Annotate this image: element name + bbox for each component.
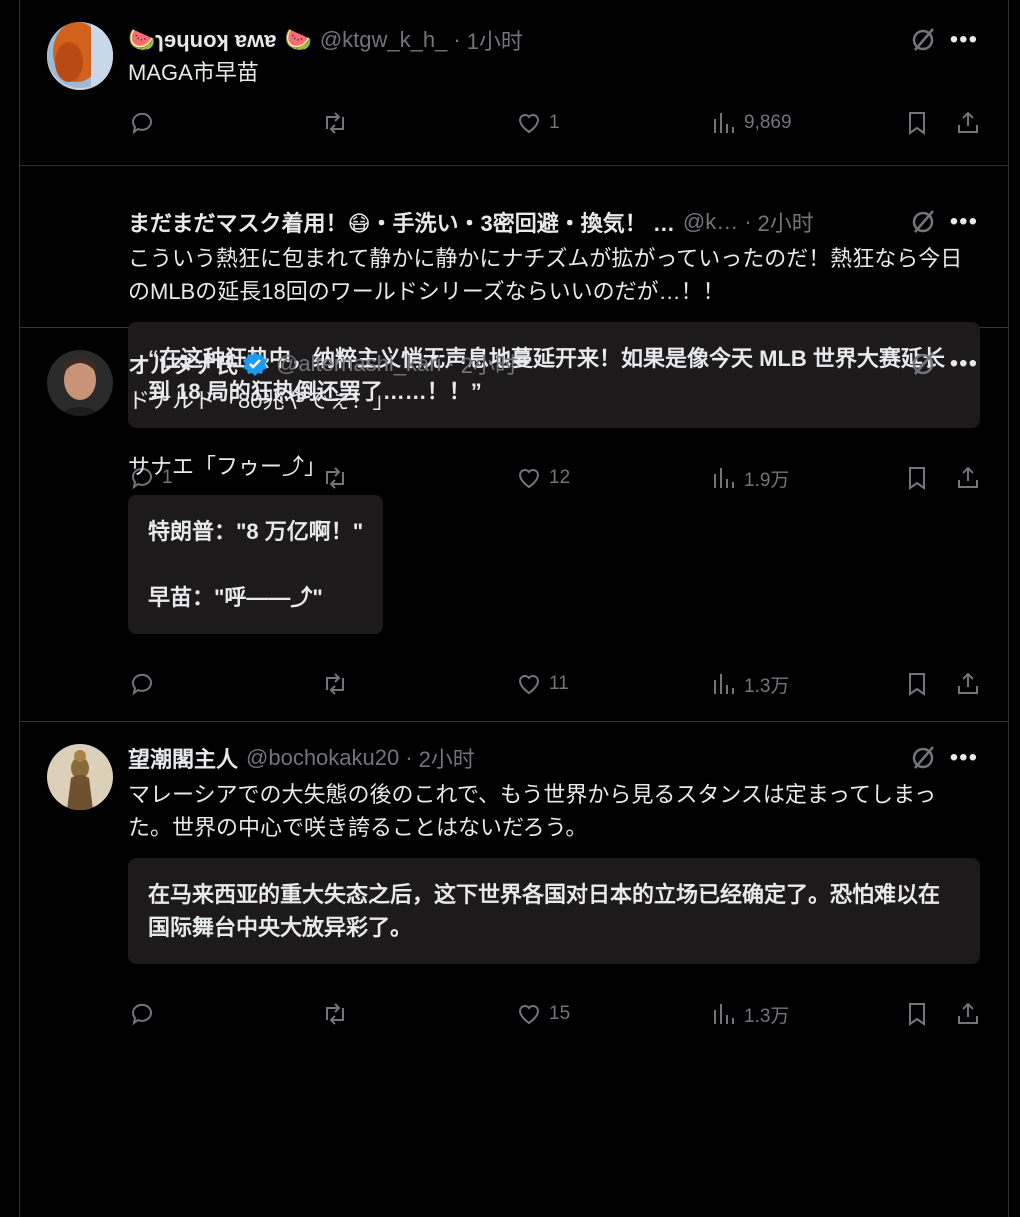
views-count: 1.3万 xyxy=(744,1005,790,1027)
separator-dot: · xyxy=(405,745,413,770)
bookmark-button[interactable] xyxy=(903,1000,931,1028)
bookmark-icon xyxy=(909,1003,925,1026)
tweet-header: 望潮閣主人 @bochokaku20 · 2小时 ••• xyxy=(128,738,980,778)
reply-icon xyxy=(131,673,152,696)
translation-card: 特朗普："8 万亿啊！" 早苗："呼——⤴" xyxy=(128,495,384,634)
author-name[interactable]: 望潮閣主人 xyxy=(128,742,238,774)
grok-icon[interactable] xyxy=(908,349,938,379)
timestamp[interactable]: 2小时 xyxy=(758,206,814,238)
share-button[interactable] xyxy=(954,1000,982,1028)
timestamp[interactable]: 2小时 xyxy=(461,348,517,380)
author-name[interactable]: オルタナ氏 xyxy=(128,348,238,380)
separator-dot: · xyxy=(744,209,752,234)
translation-card: 在马来西亚的重大失态之后，这下世界各国对日本的立场已经确定了。恐怕难以在国际舞台… xyxy=(128,858,980,964)
views-icon xyxy=(714,1004,734,1024)
repost-icon xyxy=(326,673,344,695)
like-icon xyxy=(518,675,540,695)
bookmark-button[interactable] xyxy=(903,670,931,698)
author-handle[interactable]: @alternashi_kari xyxy=(276,351,441,377)
repost-button[interactable] xyxy=(321,1000,355,1028)
timestamp[interactable]: 2小时 xyxy=(419,742,475,774)
share-icon xyxy=(958,672,978,694)
bookmark-icon xyxy=(909,673,925,696)
more-icon[interactable]: ••• xyxy=(950,210,978,234)
reply-icon xyxy=(131,1003,152,1026)
tweet-text: こういう熱狂に包まれて静かに静かにナチズムが拡がっていったのだ！熱狂なら今日のM… xyxy=(128,246,963,304)
verified-icon xyxy=(243,352,268,376)
grok-icon[interactable] xyxy=(908,207,938,237)
avatar[interactable] xyxy=(47,22,113,88)
author-handle[interactable]: @k… xyxy=(683,209,738,235)
like-count: 15 xyxy=(549,1003,571,1024)
like-icon xyxy=(518,1005,540,1025)
avatar[interactable] xyxy=(47,744,113,810)
grok-icon[interactable] xyxy=(908,743,938,773)
views-count: 1.3万 xyxy=(744,675,790,697)
repost-button[interactable] xyxy=(321,670,355,698)
tweet[interactable]: オルタナ氏 @alternashi_kari · 2小时 ••• ドナルド「80… xyxy=(20,328,1008,722)
more-icon[interactable]: ••• xyxy=(950,746,978,770)
more-icon[interactable]: ••• xyxy=(950,352,978,376)
separator-dot: · xyxy=(447,351,455,376)
author-handle[interactable]: @bochokaku20 xyxy=(246,745,399,771)
tweet-text: ドナルド「80兆やでぇ！」 サナエ「フゥー⤴」 xyxy=(128,388,395,479)
tweet-text: マレーシアでの大失態の後のこれで、もう世界から見るスタンスは定まってしまった。世… xyxy=(128,782,937,840)
tweet-header: オルタナ氏 @alternashi_kari · 2小时 ••• xyxy=(128,344,980,384)
tweet-header: まだまだマスク着用！😷・手洗い・3密回避・換気！ … @k… · 2小时 ••• xyxy=(128,202,980,242)
timeline-feed: 🍉ɿɘɥuoʞ ɐʍɐ 🍉 @ktgw_k_h_ · 1小时 ••• MAGA市… xyxy=(19,0,1009,1217)
like-button[interactable]: 15 xyxy=(515,1000,570,1028)
share-button[interactable] xyxy=(954,670,982,698)
reply-button[interactable] xyxy=(128,1000,162,1028)
action-bar: 11 1.3万 xyxy=(128,664,980,704)
share-icon xyxy=(958,1002,978,1024)
repost-icon xyxy=(326,1003,344,1025)
like-button[interactable]: 11 xyxy=(515,670,569,698)
avatar[interactable] xyxy=(47,350,113,416)
tweet[interactable]: まだまだマスク着用！😷・手洗い・3密回避・換気！ … @k… · 2小时 •••… xyxy=(20,0,1008,491)
reply-button[interactable] xyxy=(128,670,162,698)
like-count: 11 xyxy=(549,673,569,694)
views-icon xyxy=(714,674,734,694)
views-button[interactable]: 1.3万 xyxy=(710,1000,789,1028)
action-bar: 15 1.3万 xyxy=(128,994,980,1034)
views-button[interactable]: 1.3万 xyxy=(710,670,789,698)
author-name[interactable]: まだまだマスク着用！😷・手洗い・3密回避・換気！ … xyxy=(128,206,675,238)
tweet[interactable]: 望潮閣主人 @bochokaku20 · 2小时 ••• マレーシアでの大失態の… xyxy=(20,722,1008,1051)
